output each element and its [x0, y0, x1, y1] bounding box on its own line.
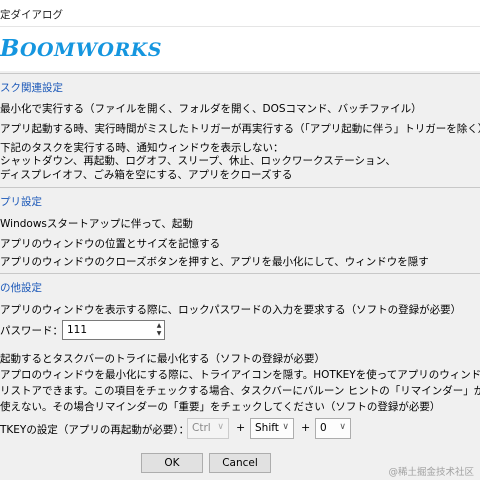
cancel-button[interactable]: Cancel: [209, 453, 271, 473]
logo-rest: OOMWORKS: [19, 39, 162, 61]
section-app-title: プリ設定: [0, 196, 42, 208]
password-label: パスワード：: [0, 325, 63, 337]
notification-note-line2: ディスプレイオフ、ごみ箱を空にする、アプリをクローズする: [0, 169, 293, 181]
tray-minimize-checkbox[interactable]: 起動するとタスクバーのトライに最小化する（ソフトの登録が必要）: [0, 351, 325, 366]
startup-checkbox[interactable]: Windowsスタートアップに伴って、起動: [0, 216, 193, 231]
plus-separator: +: [236, 421, 246, 434]
close-to-minimize-checkbox[interactable]: アプリのウィンドウのクローズボタンを押すと、アプリを最小化にして、ウィンドウを隠…: [0, 254, 429, 269]
section-other-title: の他設定: [0, 282, 42, 294]
logo-banner: BOOMWORKS: [0, 27, 480, 71]
hotkey-modifier1-select[interactable]: Ctrl ∨: [187, 418, 229, 439]
notification-note-line1: シャットダウン、再起動、ログオフ、スリープ、休止、ロックワークステーション、: [0, 155, 396, 167]
hotkey-modifier2-value: Shift: [255, 422, 279, 434]
divider: [0, 273, 480, 274]
tray-note-line2: リストアできます。この項目をチェックする場合、タスクバーにバルーン ヒントの「リ…: [0, 385, 480, 397]
hotkey-label: TKEYの設定（アプリの再起動が必要）：: [0, 424, 190, 436]
tray-note-line3: 使えない。その場合リマインダーの「重要」をチェックしてください（ソフトの登録が必…: [0, 401, 441, 413]
hotkey-modifier1-value: Ctrl: [192, 422, 211, 434]
plus-separator: +: [301, 421, 311, 434]
ok-button[interactable]: OK: [141, 453, 203, 473]
window-title: 定ダイアログ: [0, 9, 63, 21]
rerun-missed-trigger-checkbox[interactable]: アプリ起動する時、実行時間がミスしたトリガーが再実行する（「アプリ起動に伴う」ト…: [0, 121, 480, 136]
watermark: @稀土掘金技术社区: [388, 467, 474, 478]
divider: [0, 73, 480, 74]
tray-note-line1: アプロのウィンドウを最小化にする際に、トライアイコンを隠す。HOTKEYを使って…: [0, 369, 480, 381]
password-input[interactable]: [62, 320, 165, 340]
section-task-title: スク関連設定: [0, 82, 63, 94]
minimize-run-checkbox[interactable]: 最小化で実行する（ファイルを開く、フォルダを開く、DOSコマンド、バッチファイル…: [0, 101, 422, 116]
hotkey-key-value: 0: [320, 422, 327, 434]
chevron-down-icon: ∨: [339, 422, 346, 432]
hotkey-key-select[interactable]: 0 ∨: [315, 418, 351, 439]
divider: [0, 187, 480, 188]
hotkey-modifier2-select[interactable]: Shift ∨: [250, 418, 294, 439]
boomworks-logo: BOOMWORKS: [0, 35, 162, 62]
password-spin-icon[interactable]: ▲ ▼: [154, 322, 164, 338]
remember-window-checkbox[interactable]: アプリのウィンドウの位置とサイズを記憶する: [0, 236, 220, 251]
lock-password-checkbox[interactable]: アプリのウィンドウを表示する際に、ロックパスワードの入力を要求する（ソフトの登録…: [0, 302, 461, 317]
chevron-down-icon: ∨: [282, 422, 289, 432]
title-bar: 定ダイアログ: [0, 0, 480, 27]
chevron-down-icon: ∨: [217, 422, 224, 432]
logo-initial: B: [0, 35, 20, 62]
